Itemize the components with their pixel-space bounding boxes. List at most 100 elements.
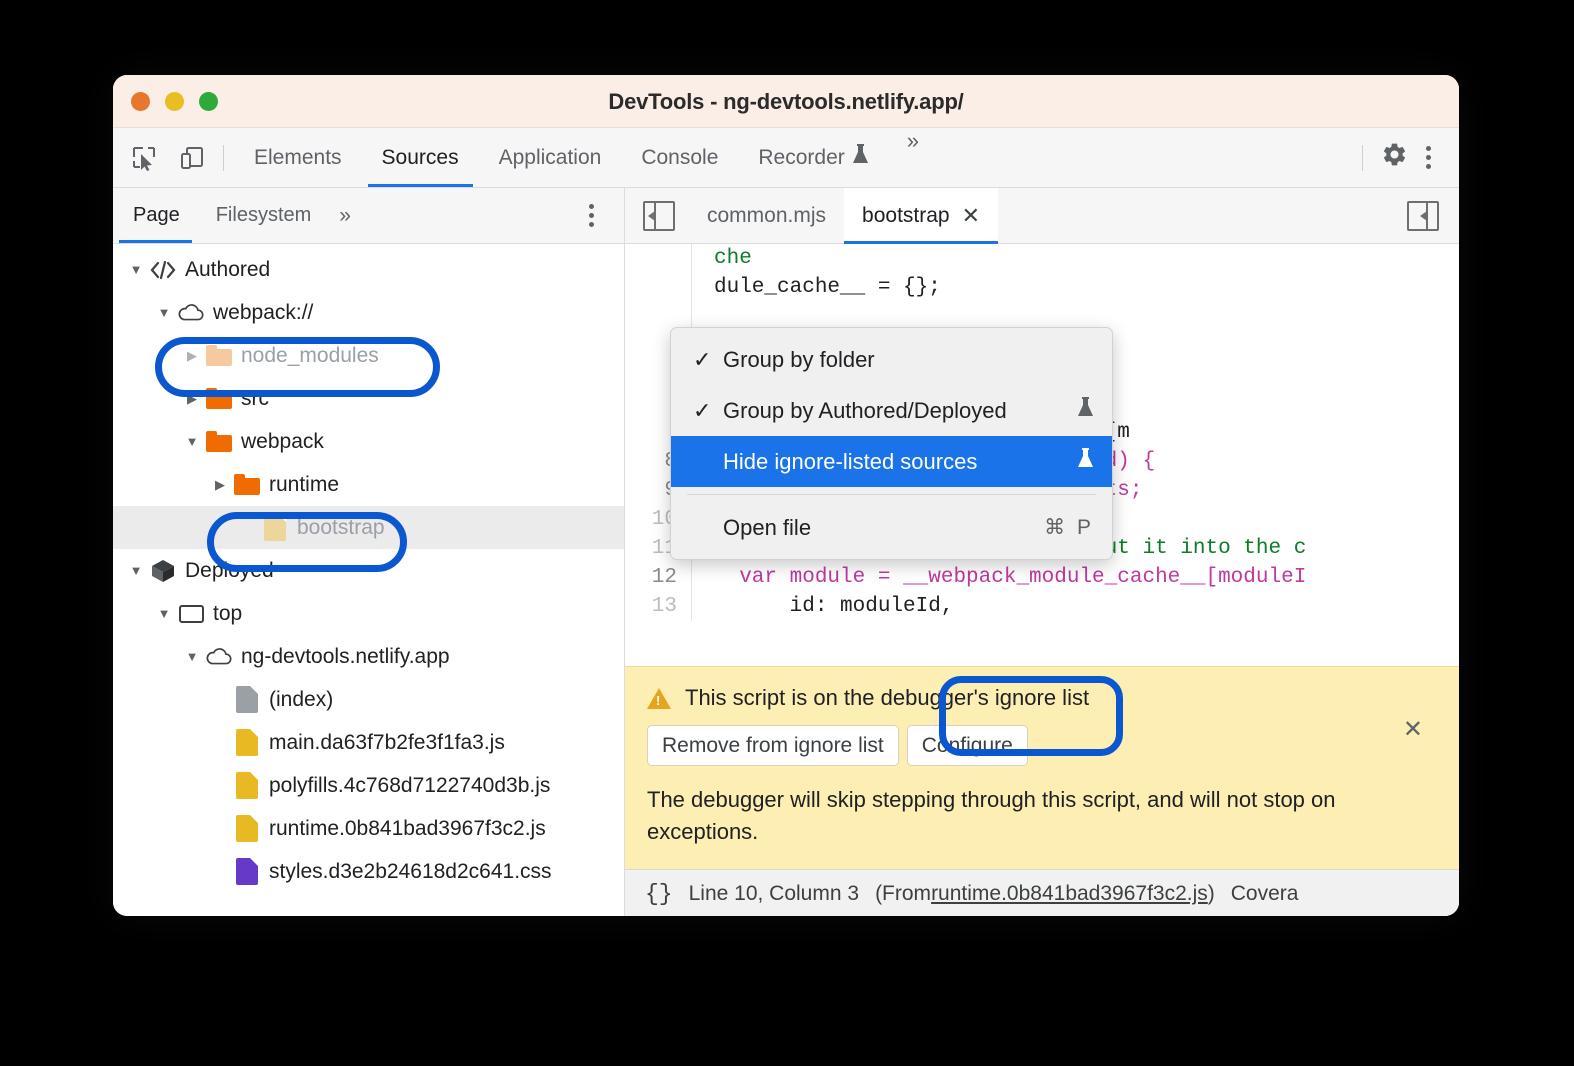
line-content: che [691, 244, 1459, 273]
infobar-buttons: Remove from ignore list Configure [647, 725, 1437, 766]
tree-row-polyfills-js[interactable]: ▶ polyfills.4c768d7122740d3b.js [113, 764, 624, 807]
warning-triangle-icon [647, 688, 671, 709]
tab-elements[interactable]: Elements [234, 128, 362, 187]
tree-label: polyfills.4c768d7122740d3b.js [269, 774, 550, 798]
tab-application[interactable]: Application [479, 128, 622, 187]
checkmark-icon: ✓ [693, 347, 723, 373]
tree-label: runtime.0b841bad3967f3c2.js [269, 817, 546, 841]
file-tab-bootstrap[interactable]: bootstrap ✕ [844, 188, 998, 243]
twisty-open-icon[interactable]: ▼ [155, 606, 173, 621]
from-suffix: ) [1208, 882, 1215, 906]
tree-row-main-js[interactable]: ▶ main.da63f7b2fe3f1fa3.js [113, 721, 624, 764]
tree-row-deployed[interactable]: ▼ Deployed [113, 549, 624, 592]
navigator-pane: Page Filesystem » ▼ Authore [113, 188, 625, 916]
code-line: 13 id: moduleId, [625, 592, 1459, 621]
more-panels-button[interactable]: » [889, 128, 937, 187]
nav-tab-page[interactable]: Page [113, 188, 198, 243]
nav-more-tabs-button[interactable]: » [329, 204, 361, 228]
menu-item-group-by-folder[interactable]: ✓ Group by folder [671, 334, 1112, 385]
collapse-navigator-icon[interactable] [625, 188, 689, 243]
tab-sources-label: Sources [382, 146, 459, 170]
twisty-closed-icon[interactable]: ▶ [183, 348, 201, 364]
close-tab-icon[interactable]: ✕ [962, 203, 980, 229]
coverage-label: Covera [1231, 882, 1299, 906]
inspect-element-icon[interactable] [127, 141, 161, 175]
devtools-main-toolbar: Elements Sources Application Console Rec… [113, 128, 1459, 188]
tree-label: src [241, 387, 269, 411]
navigator-toolbar: Page Filesystem » [113, 188, 624, 244]
menu-item-hide-ignore-listed-sources[interactable]: Hide ignore-listed sources [671, 436, 1112, 487]
open-debugger-sidebar-icon[interactable] [1393, 188, 1459, 243]
more-options-icon[interactable] [1414, 146, 1445, 169]
twisty-open-icon[interactable]: ▼ [127, 262, 145, 277]
navigator-more-options-icon[interactable] [589, 204, 624, 227]
menu-item-label: Hide ignore-listed sources [723, 449, 1069, 475]
remove-from-ignore-list-button[interactable]: Remove from ignore list [647, 725, 899, 766]
tab-recorder[interactable]: Recorder [738, 128, 888, 187]
tree-row-src[interactable]: ▶ src [113, 377, 624, 420]
menu-item-group-by-authored-deployed[interactable]: ✓ Group by Authored/Deployed [671, 385, 1112, 436]
window-titlebar: DevTools - ng-devtools.netlify.app/ [113, 75, 1459, 128]
tree-row-runtime-js[interactable]: ▶ runtime.0b841bad3967f3c2.js [113, 807, 624, 850]
file-yellow-icon [233, 815, 261, 843]
toolbar-divider-2 [1362, 145, 1363, 171]
tree-row-bootstrap[interactable]: ▶ bootstrap [113, 506, 624, 549]
menu-item-open-file[interactable]: Open file ⌘ P [671, 502, 1112, 553]
experiment-flask-icon [852, 144, 869, 171]
source-map-link[interactable]: runtime.0b841bad3967f3c2.js [931, 882, 1208, 906]
menu-item-label: Group by folder [723, 347, 1094, 373]
ignore-list-infobar: This script is on the debugger's ignore … [625, 666, 1459, 870]
tree-row-index[interactable]: ▶ (index) [113, 678, 624, 721]
menu-item-label: Open file [723, 515, 1044, 541]
twisty-open-icon[interactable]: ▼ [183, 649, 201, 664]
tree-label: node_modules [241, 344, 379, 368]
menu-separator [687, 494, 1096, 495]
twisty-open-icon[interactable]: ▼ [127, 563, 145, 578]
device-toolbar-icon[interactable] [175, 141, 209, 175]
nav-tab-filesystem[interactable]: Filesystem [198, 188, 330, 243]
file-tab-common-mjs[interactable]: common.mjs [689, 188, 844, 243]
folder-orange-icon [205, 385, 233, 413]
tree-label: bootstrap [297, 516, 385, 540]
tree-row-top[interactable]: ▼ top [113, 592, 624, 635]
tree-row-webpack-origin[interactable]: ▼ webpack:// [113, 291, 624, 334]
close-infobar-icon[interactable]: ✕ [1403, 715, 1423, 744]
tree-row-origin[interactable]: ▼ ng-devtools.netlify.app [113, 635, 624, 678]
tree-row-authored[interactable]: ▼ Authored [113, 248, 624, 291]
tree-row-runtime[interactable]: ▶ runtime [113, 463, 624, 506]
cloud-icon [205, 643, 233, 671]
frame-icon [177, 600, 205, 628]
code-brackets-icon [149, 256, 177, 284]
tree-row-webpack[interactable]: ▼ webpack [113, 420, 624, 463]
code-line: dule_cache__ = {}; [625, 273, 1459, 302]
twisty-open-icon[interactable]: ▼ [155, 305, 173, 320]
file-yellow-icon [233, 772, 261, 800]
twisty-closed-icon[interactable]: ▶ [211, 477, 229, 493]
twisty-open-icon[interactable]: ▼ [183, 434, 201, 449]
tree-row-styles-css[interactable]: ▶ styles.d3e2b24618d2c641.css [113, 850, 624, 893]
tab-sources[interactable]: Sources [362, 128, 479, 187]
tab-console[interactable]: Console [621, 128, 738, 187]
gear-icon[interactable] [1375, 141, 1414, 175]
toolbar-divider [223, 145, 224, 171]
tree-label: (index) [269, 688, 333, 712]
toolbar-right-group [1350, 141, 1459, 175]
infobar-message-row: This script is on the debugger's ignore … [647, 685, 1437, 711]
tree-label: runtime [269, 473, 339, 497]
twisty-closed-icon[interactable]: ▶ [183, 391, 201, 407]
tree-label: webpack [241, 430, 324, 454]
nav-tab-filesystem-label: Filesystem [216, 204, 312, 227]
tab-console-label: Console [641, 146, 718, 170]
file-pale-yellow-icon [261, 514, 289, 542]
configure-button[interactable]: Configure [907, 725, 1028, 766]
folder-orange-icon [233, 471, 261, 499]
menu-item-label: Group by Authored/Deployed [723, 398, 1069, 424]
pretty-print-icon[interactable]: {} [645, 881, 673, 907]
sources-tree: ▼ Authored ▼ webpack:// [113, 244, 624, 916]
checkmark-icon: ✓ [693, 398, 723, 424]
tab-recorder-label: Recorder [758, 146, 844, 170]
cursor-position: Line 10, Column 3 [689, 882, 859, 906]
tree-row-node-modules[interactable]: ▶ node_modules [113, 334, 624, 377]
panel-tabs: Elements Sources Application Console Rec… [234, 128, 937, 187]
file-yellow-icon [233, 729, 261, 757]
